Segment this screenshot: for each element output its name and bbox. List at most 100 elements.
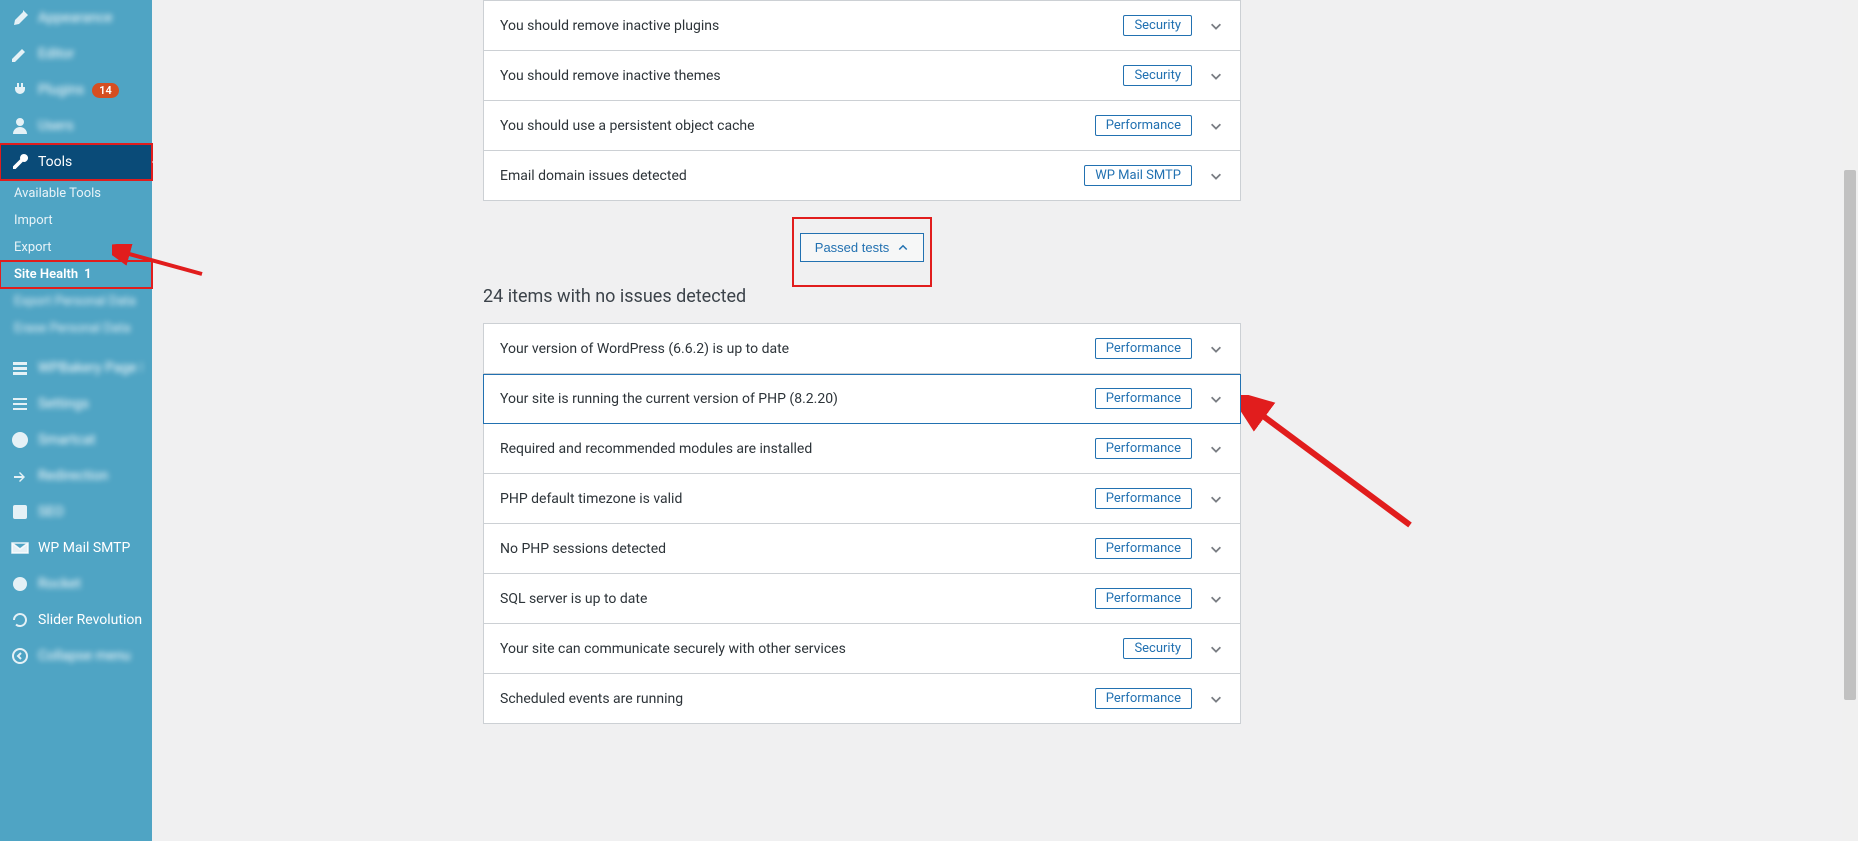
- health-check-row[interactable]: Your site is running the current version…: [483, 374, 1241, 424]
- chevron-down-icon[interactable]: [1208, 541, 1224, 557]
- scrollbar-thumb[interactable]: [1844, 170, 1856, 700]
- health-check-title: You should remove inactive plugins: [500, 18, 719, 34]
- plug-icon: [10, 80, 30, 100]
- refresh-icon: [10, 610, 30, 630]
- sidebar-item-rocket[interactable]: Rocket: [0, 566, 152, 602]
- category-pill: Performance: [1095, 538, 1192, 559]
- health-check-row[interactable]: You should remove inactive plugins Secur…: [483, 0, 1241, 51]
- chevron-down-icon[interactable]: [1208, 591, 1224, 607]
- chevron-down-icon[interactable]: [1208, 691, 1224, 707]
- share-icon: [10, 466, 30, 486]
- sidebar-item-appearance[interactable]: Appearance: [0, 0, 152, 36]
- sidebar-item-label: Rocket: [38, 576, 81, 592]
- chevron-down-icon[interactable]: [1208, 391, 1224, 407]
- chevron-down-icon[interactable]: [1208, 118, 1224, 134]
- sidebar-item-plugins[interactable]: Plugins 14: [0, 72, 152, 108]
- tools-submenu: Available Tools Import Export Site Healt…: [0, 180, 152, 342]
- health-check-row[interactable]: Required and recommended modules are ins…: [483, 424, 1241, 474]
- health-check-title: Your version of WordPress (6.6.2) is up …: [500, 341, 789, 357]
- sliders-icon: [10, 394, 30, 414]
- health-check-row[interactable]: Your version of WordPress (6.6.2) is up …: [483, 323, 1241, 374]
- sidebar-item-label: Collapse menu: [38, 648, 131, 664]
- sidebar-item-users[interactable]: Users: [0, 108, 152, 144]
- health-check-title: Email domain issues detected: [500, 168, 687, 184]
- health-check-title: You should remove inactive themes: [500, 68, 721, 84]
- sidebar-item-tools[interactable]: Tools: [0, 144, 152, 180]
- chevron-down-icon[interactable]: [1208, 641, 1224, 657]
- health-check-row[interactable]: No PHP sessions detected Performance: [483, 524, 1241, 574]
- sidebar-item-editor[interactable]: Editor: [0, 36, 152, 72]
- health-check-title: PHP default timezone is valid: [500, 491, 682, 507]
- sidebar-item-wpmailsmtp[interactable]: WP Mail SMTP: [0, 530, 152, 566]
- submenu-site-health[interactable]: Site Health 1: [0, 261, 152, 288]
- category-pill: WP Mail SMTP: [1084, 165, 1192, 186]
- category-pill: Security: [1123, 15, 1192, 36]
- category-pill: Performance: [1095, 388, 1192, 409]
- seo-icon: [10, 502, 30, 522]
- health-check-row[interactable]: You should use a persistent object cache…: [483, 101, 1241, 151]
- health-check-title: SQL server is up to date: [500, 591, 647, 607]
- sidebar-item-label: Settings: [38, 396, 89, 412]
- health-check-row[interactable]: Scheduled events are running Performance: [483, 674, 1241, 724]
- chevron-down-icon[interactable]: [1208, 491, 1224, 507]
- sidebar-item-seo[interactable]: SEO: [0, 494, 152, 530]
- sidebar-item-label: Redirection: [38, 468, 108, 484]
- sidebar-item-label: WP Mail SMTP: [38, 540, 130, 556]
- sidebar-item-smartcat[interactable]: Smartcat: [0, 422, 152, 458]
- submenu-import[interactable]: Import: [0, 207, 152, 234]
- category-pill: Security: [1123, 638, 1192, 659]
- sidebar-item-slider-revolution[interactable]: Slider Revolution: [0, 602, 152, 638]
- submenu-erase-personal[interactable]: Erase Personal Data: [0, 315, 152, 342]
- chevron-down-icon[interactable]: [1208, 441, 1224, 457]
- sidebar-item-label: Appearance: [38, 10, 112, 26]
- health-check-row[interactable]: You should remove inactive themes Securi…: [483, 51, 1241, 101]
- badge-count: 1: [84, 267, 91, 282]
- health-check-title: Scheduled events are running: [500, 691, 683, 707]
- scrollbar[interactable]: [1842, 0, 1858, 841]
- health-check-title: Your site can communicate securely with …: [500, 641, 846, 657]
- category-pill: Performance: [1095, 488, 1192, 509]
- health-check-row[interactable]: Email domain issues detected WP Mail SMT…: [483, 151, 1241, 201]
- layers-icon: [10, 358, 30, 378]
- submenu-label: Site Health: [14, 267, 78, 282]
- submenu-available-tools[interactable]: Available Tools: [0, 180, 152, 207]
- wrench-icon: [10, 152, 30, 172]
- submenu-export-personal[interactable]: Export Personal Data: [0, 288, 152, 315]
- category-pill: Security: [1123, 65, 1192, 86]
- health-check-title: You should use a persistent object cache: [500, 118, 755, 134]
- main-content: You should remove inactive plugins Secur…: [152, 0, 1572, 841]
- category-pill: Performance: [1095, 115, 1192, 136]
- chevron-down-icon[interactable]: [1208, 341, 1224, 357]
- sidebar-item-label: Slider Revolution: [38, 612, 142, 628]
- submenu-export[interactable]: Export: [0, 234, 152, 261]
- user-icon: [10, 116, 30, 136]
- sidebar-item-collapse[interactable]: Collapse menu: [0, 638, 152, 674]
- chevron-down-icon[interactable]: [1208, 68, 1224, 84]
- circle-icon: [10, 574, 30, 594]
- admin-sidebar: Appearance Editor Plugins 14 Users To: [0, 0, 152, 841]
- category-pill: Performance: [1095, 588, 1192, 609]
- sidebar-item-label: Smartcat: [38, 432, 95, 448]
- sidebar-item-label: Plugins: [38, 82, 84, 98]
- chevron-down-icon[interactable]: [1208, 18, 1224, 34]
- health-check-row[interactable]: SQL server is up to date Performance: [483, 574, 1241, 624]
- sidebar-item-redirection[interactable]: Redirection: [0, 458, 152, 494]
- category-pill: Performance: [1095, 338, 1192, 359]
- sidebar-item-settings[interactable]: Settings: [0, 386, 152, 422]
- health-check-row[interactable]: Your site can communicate securely with …: [483, 624, 1241, 674]
- passed-heading: 24 items with no issues detected: [483, 286, 1241, 307]
- health-check-title: Your site is running the current version…: [500, 391, 838, 407]
- badge-count: 14: [92, 83, 119, 98]
- health-check-title: Required and recommended modules are ins…: [500, 441, 812, 457]
- sidebar-item-wpbakery[interactable]: WPBakery Page Builder: [0, 350, 152, 386]
- health-check-row[interactable]: PHP default timezone is valid Performanc…: [483, 474, 1241, 524]
- category-pill: Performance: [1095, 688, 1192, 709]
- sidebar-item-label: Users: [38, 118, 74, 134]
- recommended-list: You should remove inactive plugins Secur…: [483, 0, 1241, 201]
- chevron-down-icon[interactable]: [1208, 168, 1224, 184]
- pencil-icon: [10, 44, 30, 64]
- whatsapp-icon: [10, 430, 30, 450]
- brush-icon: [10, 8, 30, 28]
- sidebar-item-label: SEO: [38, 504, 64, 520]
- sidebar-item-label: Tools: [38, 154, 72, 170]
